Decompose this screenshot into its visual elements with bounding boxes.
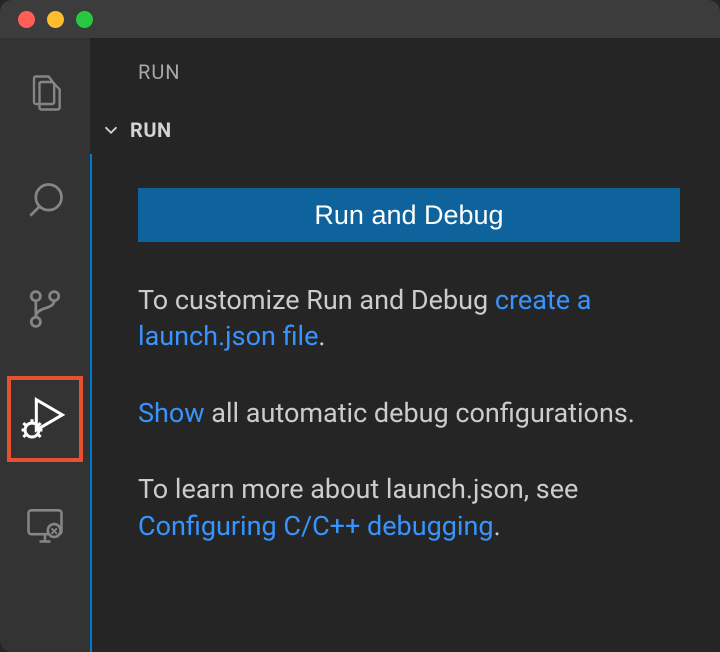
customize-text: To customize Run and Debug create a laun… <box>138 282 680 355</box>
activity-run-debug[interactable] <box>7 376 83 462</box>
learn-prefix: To learn more about launch.json, see <box>138 473 578 505</box>
run-and-debug-button[interactable]: Run and Debug <box>138 188 680 242</box>
run-sidebar: RUN RUN Run and Debug To customize Run a… <box>90 38 720 652</box>
chevron-down-icon <box>100 119 122 141</box>
run-section-header[interactable]: RUN <box>90 118 720 154</box>
minimize-window-button[interactable] <box>47 11 64 28</box>
files-icon <box>23 71 67 119</box>
source-control-icon <box>23 287 67 335</box>
activity-bar <box>0 38 90 652</box>
customize-suffix: . <box>318 320 325 352</box>
activity-search[interactable] <box>7 160 83 246</box>
titlebar <box>0 0 720 38</box>
learn-more-text: To learn more about launch.json, see Con… <box>138 471 680 544</box>
show-suffix: all automatic debug configurations. <box>205 397 635 429</box>
run-debug-icon <box>19 391 71 447</box>
configuring-debugging-link[interactable]: Configuring C/C++ debugging <box>138 510 494 542</box>
body-area: RUN RUN Run and Debug To customize Run a… <box>0 38 720 652</box>
search-icon <box>23 179 67 227</box>
activity-source-control[interactable] <box>7 268 83 354</box>
run-section-body: Run and Debug To customize Run and Debug… <box>90 154 720 652</box>
run-section-label: RUN <box>130 118 172 142</box>
activity-remote-explorer[interactable] <box>7 484 83 570</box>
close-window-button[interactable] <box>18 11 35 28</box>
activity-explorer[interactable] <box>7 52 83 138</box>
learn-suffix: . <box>494 510 501 542</box>
sidebar-title: RUN <box>90 60 720 118</box>
customize-prefix: To customize Run and Debug <box>138 284 495 316</box>
editor-window: RUN RUN Run and Debug To customize Run a… <box>0 0 720 652</box>
show-configs-text: Show all automatic debug configurations. <box>138 395 680 431</box>
remote-explorer-icon <box>23 503 67 551</box>
show-link[interactable]: Show <box>138 397 205 429</box>
maximize-window-button[interactable] <box>76 11 93 28</box>
